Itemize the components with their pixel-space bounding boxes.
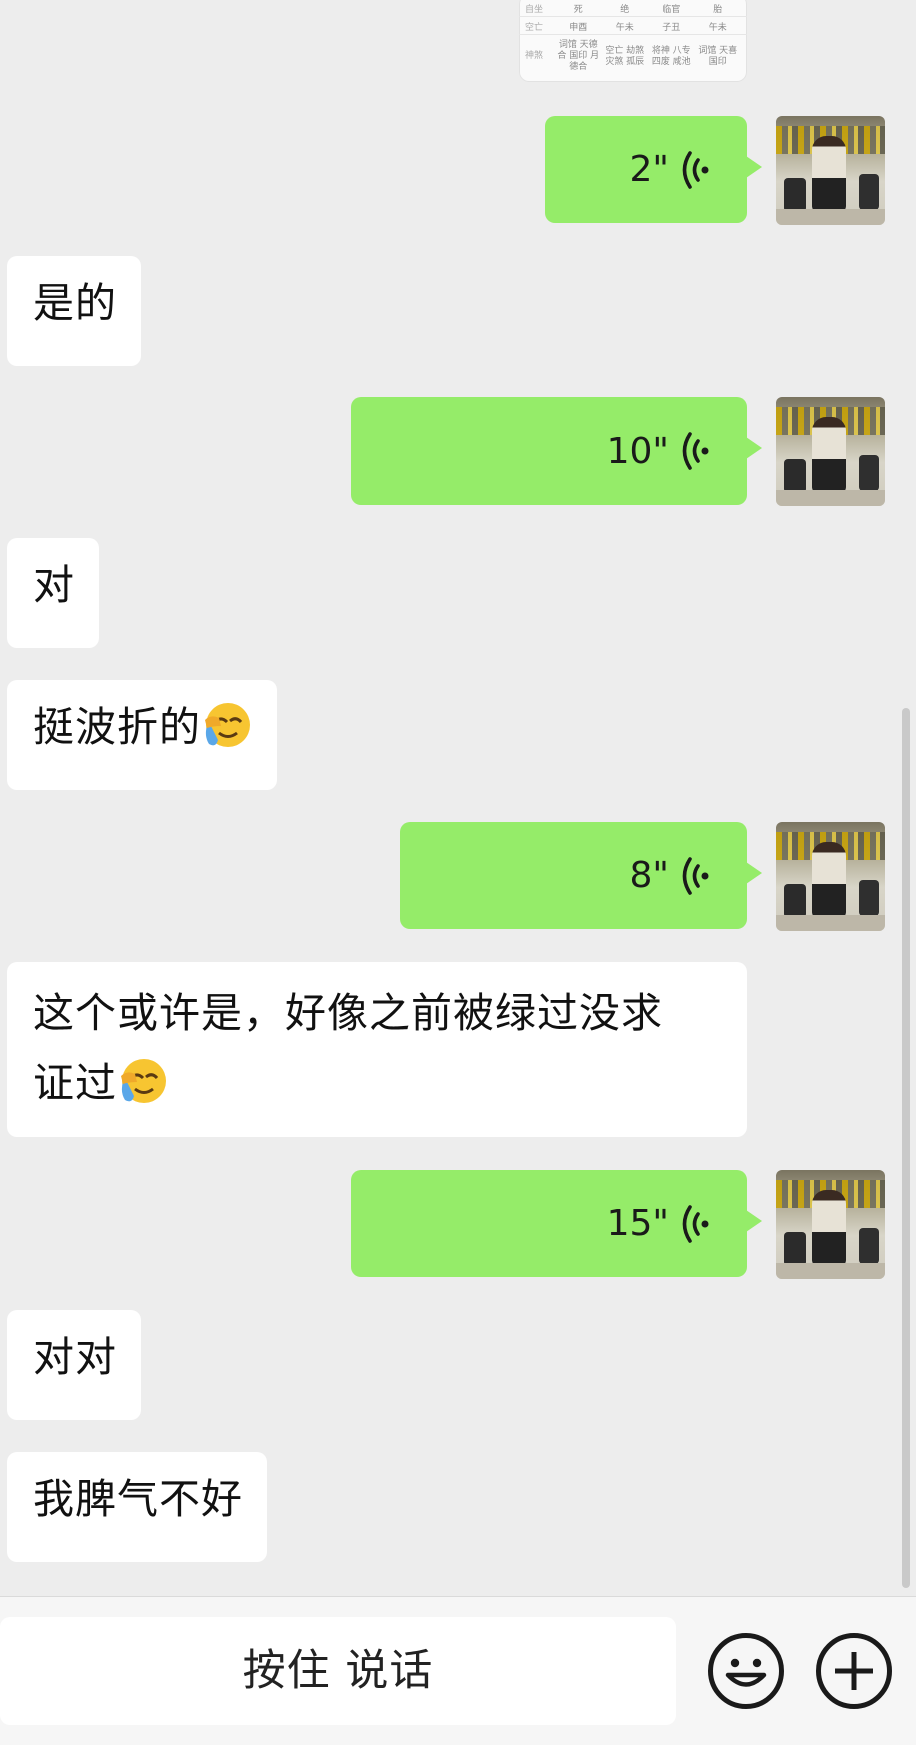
voice-wave-icon — [682, 1204, 709, 1243]
avatar[interactable] — [776, 822, 885, 931]
table-row: 神煞 词馆 天德合 国印 月德合 空亡 劫煞 灾煞 孤辰 将神 八专 四废 咸池… — [525, 40, 738, 72]
divider — [519, 34, 747, 35]
voice-duration: 15" — [606, 1203, 669, 1244]
voice-message[interactable]: 15" — [351, 1170, 762, 1277]
avatar[interactable] — [776, 397, 885, 506]
voice-message[interactable]: 2" — [545, 116, 762, 223]
voice-duration: 8" — [629, 855, 669, 896]
face-holding-back-tears-emoji — [205, 703, 250, 747]
text-message[interactable]: 这个或许是，好像之前被绿过没求 证过 — [7, 962, 747, 1137]
avatar[interactable] — [776, 1170, 885, 1279]
plus-circle-icon[interactable] — [816, 1633, 892, 1709]
voice-duration: 2" — [629, 149, 669, 190]
voice-wave-icon — [682, 856, 709, 895]
voice-message[interactable]: 10" — [351, 397, 762, 505]
voice-message[interactable]: 8" — [400, 822, 762, 929]
face-holding-back-tears-emoji — [121, 1059, 166, 1103]
text-message[interactable]: 对 — [7, 538, 99, 648]
divider — [519, 16, 747, 17]
voice-wave-icon — [682, 432, 709, 470]
input-bar: 按住 说话 — [0, 1596, 916, 1745]
avatar[interactable] — [776, 116, 885, 225]
table-row: 自坐 死 绝 临官 胎 — [525, 5, 723, 15]
text-message[interactable]: 挺波折的 — [7, 680, 277, 790]
smiley-face-icon[interactable] — [708, 1633, 784, 1709]
text-message[interactable]: 我脾气不好 — [7, 1452, 267, 1562]
voice-duration: 10" — [606, 430, 669, 472]
scrollbar[interactable] — [902, 708, 910, 1588]
hold-to-talk-button[interactable]: 按住 说话 — [0, 1617, 676, 1725]
text-message[interactable]: 是的 — [7, 256, 141, 366]
table-row: 空亡 申酉 午未 子丑 午未 — [525, 23, 727, 33]
text-message[interactable]: 对对 — [7, 1310, 141, 1420]
image-message[interactable]: 自坐 死 绝 临官 胎 空亡 申酉 午未 子丑 午未 神煞 词馆 天德合 国印 … — [519, 0, 747, 82]
voice-wave-icon — [682, 150, 709, 189]
chat-area[interactable]: 自坐 死 绝 临官 胎 空亡 申酉 午未 子丑 午未 神煞 词馆 天德合 国印 … — [0, 0, 916, 1596]
